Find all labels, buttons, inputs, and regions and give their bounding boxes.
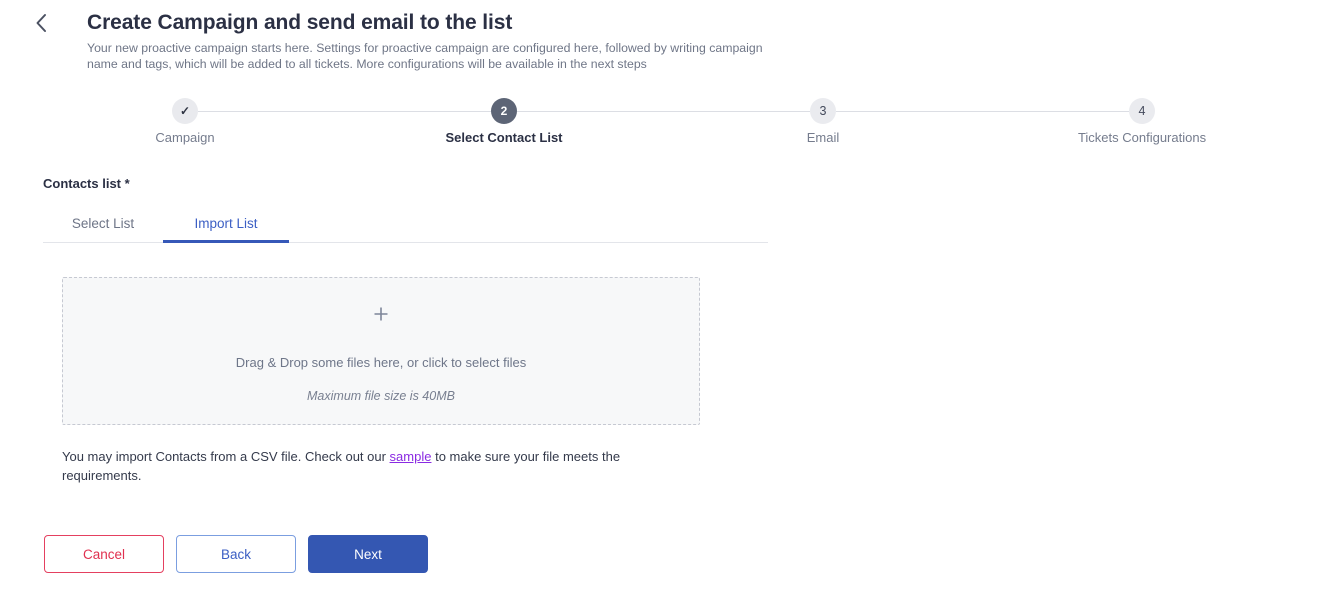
step-indicator-2: 2 bbox=[491, 98, 517, 124]
step-label-tickets-configurations: Tickets Configurations bbox=[1077, 130, 1207, 145]
file-dropzone[interactable]: Drag & Drop some files here, or click to… bbox=[62, 277, 700, 425]
step-indicator-3: 3 bbox=[810, 98, 836, 124]
dropzone-secondary-text: Maximum file size is 40MB bbox=[307, 389, 455, 403]
step-email[interactable]: 3 Email bbox=[807, 98, 839, 145]
step-label-email: Email bbox=[806, 130, 840, 145]
step-select-contact-list[interactable]: 2 Select Contact List bbox=[445, 98, 563, 145]
step-connector-3-4 bbox=[836, 111, 1129, 112]
import-help-text: You may import Contacts from a CSV file.… bbox=[62, 447, 680, 485]
page-title: Create Campaign and send email to the li… bbox=[87, 11, 513, 34]
step-connector-2-3 bbox=[517, 111, 810, 112]
cancel-button[interactable]: Cancel bbox=[44, 535, 164, 573]
header-text-block: Create Campaign and send email to the li… bbox=[87, 10, 887, 72]
chevron-left-icon bbox=[35, 13, 47, 33]
step-tickets-configurations[interactable]: 4 Tickets Configurations bbox=[1078, 98, 1206, 145]
back-button[interactable] bbox=[28, 10, 54, 36]
back-step-button[interactable]: Back bbox=[176, 535, 296, 573]
contacts-list-label: Contacts list * bbox=[43, 176, 130, 191]
step-indicator-1: ✓ bbox=[172, 98, 198, 124]
page-header: Create Campaign and send email to the li… bbox=[0, 0, 1327, 72]
wizard-footer: Cancel Back Next bbox=[44, 535, 428, 573]
step-campaign[interactable]: ✓ Campaign bbox=[155, 98, 215, 145]
step-label-select-contact-list: Select Contact List bbox=[445, 130, 563, 145]
help-text-before-link: You may import Contacts from a CSV file.… bbox=[62, 449, 390, 464]
next-button[interactable]: Next bbox=[308, 535, 428, 573]
sample-link[interactable]: sample bbox=[390, 449, 432, 464]
step-label-campaign: Campaign bbox=[155, 130, 215, 145]
dropzone-primary-text: Drag & Drop some files here, or click to… bbox=[235, 355, 527, 370]
plus-icon bbox=[372, 305, 390, 323]
contacts-tabs: Select List Import List bbox=[43, 210, 768, 243]
tab-select-list[interactable]: Select List bbox=[43, 216, 163, 243]
step-connector-1-2 bbox=[198, 111, 491, 112]
step-indicator-4: 4 bbox=[1129, 98, 1155, 124]
page-subtitle: Your new proactive campaign starts here.… bbox=[87, 41, 763, 71]
wizard-stepper: ✓ Campaign 2 Select Contact List 3 Email… bbox=[0, 98, 1327, 164]
tab-import-list[interactable]: Import List bbox=[163, 216, 289, 243]
